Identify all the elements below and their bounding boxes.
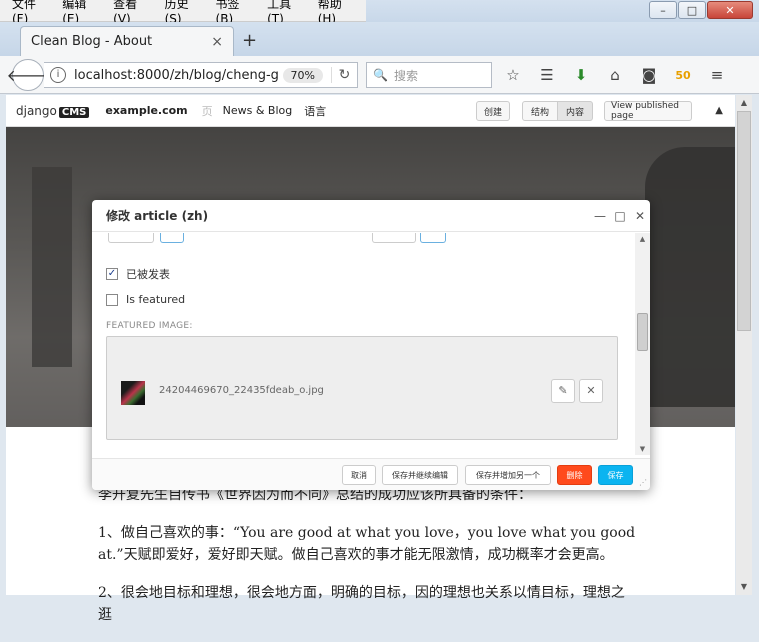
minimize-icon: – xyxy=(660,3,666,17)
modal-body: ✓ 已被发表 Is featured FEATURED IMAGE: 24204… xyxy=(92,233,635,455)
featured-image-label: FEATURED IMAGE: xyxy=(106,321,193,331)
scroll-up-icon[interactable]: ▲ xyxy=(736,95,752,111)
cms-page-menu[interactable]: 页 xyxy=(202,103,213,119)
cms-language-menu[interactable]: 语言 xyxy=(304,103,326,119)
article-body: 李开复先生自传书《世界因为而不同》总结的成功应该所具备的条件： 1、做自己喜欢的… xyxy=(98,484,638,642)
cms-create-button[interactable]: 创建 xyxy=(476,101,510,121)
search-placeholder: 搜索 xyxy=(393,68,418,83)
scroll-thumb[interactable] xyxy=(737,111,751,331)
modal-scroll-up-icon[interactable]: ▲ xyxy=(635,235,650,243)
modal-footer: 取消 保存并继续编辑 保存并增加另一个 删除 保存 ⋰ xyxy=(92,458,650,490)
image-thumbnail xyxy=(121,381,145,405)
close-window-button[interactable]: ✕ xyxy=(707,1,753,19)
save-button[interactable]: 保存 xyxy=(598,465,633,485)
modal-minimize-icon[interactable]: — xyxy=(590,209,610,223)
tab-strip: Clean Blog - About × + xyxy=(0,22,759,56)
cms-view-published-button[interactable]: View published page xyxy=(604,101,692,121)
resize-handle-icon[interactable]: ⋰ xyxy=(639,478,647,487)
url-bar[interactable]: i localhost:8000/zh/blog/cheng-g 70% ↻ xyxy=(44,62,358,88)
article-paragraph: 1、做自己喜欢的事：“You are good at what you love… xyxy=(98,525,636,563)
partial-button[interactable] xyxy=(108,233,154,243)
image-filename: 24204469670_22435fdeab_o.jpg xyxy=(159,385,324,396)
modal-scroll-down-icon[interactable]: ▼ xyxy=(635,445,650,453)
close-icon: ✕ xyxy=(725,3,735,17)
close-icon: ✕ xyxy=(586,384,596,397)
maximize-icon: □ xyxy=(686,3,698,17)
maximize-button[interactable]: □ xyxy=(678,1,706,19)
partial-icon-button[interactable] xyxy=(420,233,446,243)
page-scrollbar[interactable]: ▲ ▼ xyxy=(736,95,752,595)
info-icon[interactable]: i xyxy=(50,67,66,83)
scroll-down-icon[interactable]: ▼ xyxy=(736,579,752,595)
published-label: 已被发表 xyxy=(126,268,170,281)
modal-scroll-thumb[interactable] xyxy=(637,313,648,351)
back-button[interactable]: 🡐 xyxy=(7,59,49,91)
search-icon: 🔍 xyxy=(373,68,388,82)
modal-close-icon[interactable]: ✕ xyxy=(630,209,650,223)
modal-header: 修改 article (zh) — □ ✕ xyxy=(92,200,650,232)
featured-checkbox[interactable] xyxy=(106,293,118,306)
tab-clean-blog[interactable]: Clean Blog - About × xyxy=(20,26,234,56)
cms-content-button[interactable]: 内容 xyxy=(557,101,593,121)
pencil-icon: ✎ xyxy=(558,384,568,397)
delete-button[interactable]: 删除 xyxy=(557,465,592,485)
addon-icon[interactable]: 50 xyxy=(672,64,694,86)
zoom-badge[interactable]: 70% xyxy=(282,67,323,83)
cms-toolbar: django CMS example.com 页 News & Blog 语言 创… xyxy=(6,95,735,127)
partial-button[interactable] xyxy=(372,233,416,243)
cms-caret-up-icon[interactable]: ▲ xyxy=(715,105,723,116)
menu-bar: 文件(F) 编辑(E) 查看(V) 历史(S) 书签(B) 工具(T) 帮助(H… xyxy=(0,0,366,26)
published-checkbox[interactable]: ✓ xyxy=(106,268,118,280)
modal-maximize-icon[interactable]: □ xyxy=(610,209,630,223)
edit-image-button[interactable]: ✎ xyxy=(551,379,575,403)
cms-site-link[interactable]: example.com xyxy=(105,104,187,117)
article-paragraph: 2、很会地目标和理想，很会地方面，明确的目标，因的理想也关系以情目标，理想之逛 xyxy=(98,585,625,623)
remove-image-button[interactable]: ✕ xyxy=(579,379,603,403)
save-continue-button[interactable]: 保存并继续编辑 xyxy=(382,465,458,485)
tab-title: Clean Blog - About xyxy=(31,34,153,49)
modal-title: 修改 article (zh) xyxy=(106,209,209,223)
tab-close-icon[interactable]: × xyxy=(211,34,223,50)
download-icon[interactable]: ⬇ xyxy=(570,64,592,86)
minimize-button[interactable]: – xyxy=(649,1,677,19)
pocket-icon[interactable]: ◙ xyxy=(638,64,660,86)
edit-article-modal: 修改 article (zh) — □ ✕ ✓ 已被发表 Is featured… xyxy=(92,200,650,490)
hamburger-menu-icon[interactable]: ≡ xyxy=(706,64,728,86)
nav-bar: 🡐 i localhost:8000/zh/blog/cheng-g 70% ↻… xyxy=(0,56,759,94)
reader-list-icon[interactable]: ☰ xyxy=(536,64,558,86)
cms-logo-text: django xyxy=(16,103,57,118)
save-add-another-button[interactable]: 保存并增加另一个 xyxy=(465,465,551,485)
cms-logo[interactable]: django CMS xyxy=(16,103,90,118)
cancel-button[interactable]: 取消 xyxy=(342,465,376,485)
partial-icon-button[interactable] xyxy=(160,233,184,243)
featured-row: Is featured xyxy=(106,293,185,306)
cms-structure-button[interactable]: 结构 xyxy=(522,101,558,121)
cms-logo-badge: CMS xyxy=(58,106,90,118)
published-row: ✓ 已被发表 xyxy=(106,266,170,282)
search-box[interactable]: 🔍 搜索 xyxy=(366,62,492,88)
new-tab-button[interactable]: + xyxy=(242,30,257,51)
reload-icon[interactable]: ↻ xyxy=(331,67,357,83)
featured-image-widget: 24204469670_22435fdeab_o.jpg ✎ ✕ xyxy=(106,336,618,440)
home-icon[interactable]: ⌂ xyxy=(604,64,626,86)
featured-label: Is featured xyxy=(126,293,186,306)
cms-news-blog-menu[interactable]: News & Blog xyxy=(223,104,293,117)
modal-scrollbar[interactable]: ▲ ▼ xyxy=(635,233,650,455)
url-text[interactable]: localhost:8000/zh/blog/cheng-g xyxy=(74,68,283,83)
bookmark-star-icon[interactable]: ☆ xyxy=(502,64,524,86)
